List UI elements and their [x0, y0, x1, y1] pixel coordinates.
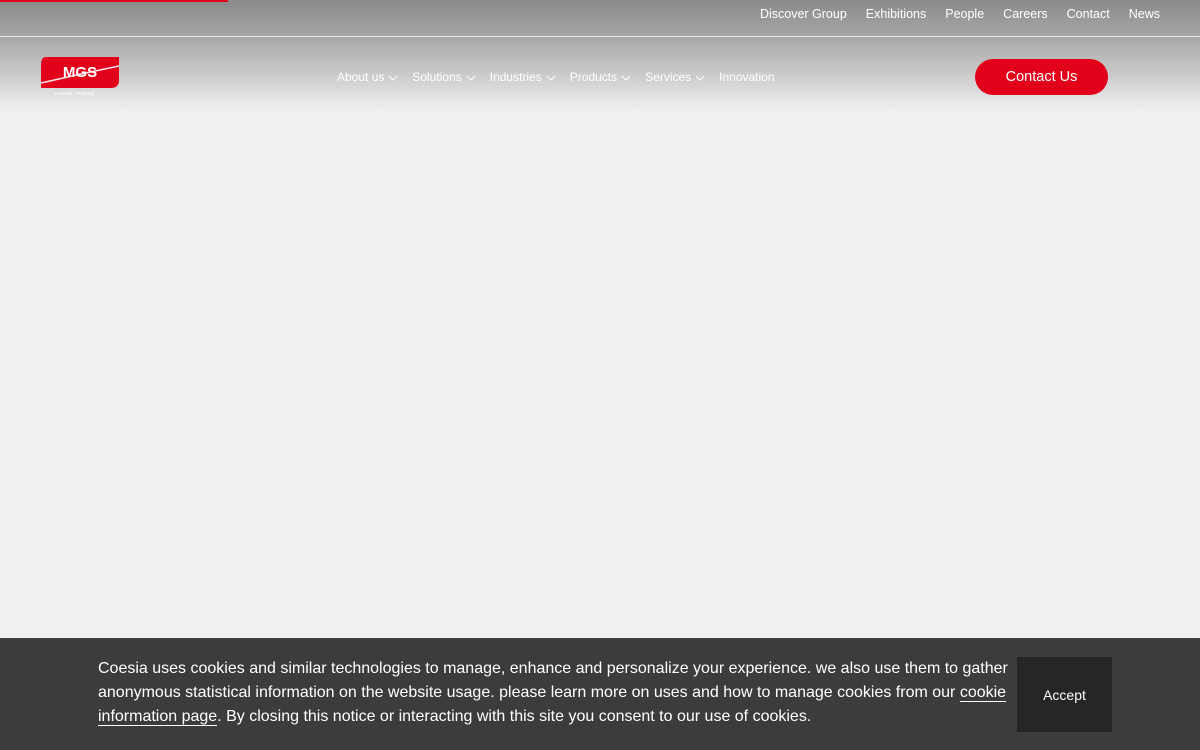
nav-item-label: Industries	[489, 70, 542, 84]
nav-item-industries[interactable]: Industries	[490, 70, 556, 84]
chevron-down-icon	[546, 75, 556, 81]
nav-item-label: Innovation	[719, 70, 775, 84]
contact-us-button[interactable]: Contact Us	[975, 59, 1108, 95]
chevron-down-icon	[621, 75, 631, 81]
top-nav-careers[interactable]: Careers	[1003, 7, 1047, 21]
cookie-text-after-link: . By closing this notice or interacting …	[217, 708, 812, 725]
chevron-down-icon	[389, 75, 398, 81]
cookie-banner: Coesia uses cookies and similar technolo…	[0, 638, 1200, 750]
mgs-logo[interactable]: MGS a coesia company	[40, 56, 120, 98]
nav-item-label: Products	[569, 70, 618, 84]
nav-item-label: Solutions	[412, 70, 462, 84]
chevron-down-icon	[695, 75, 705, 81]
top-nav-people[interactable]: People	[945, 7, 984, 21]
logo-tagline: a coesia company	[54, 91, 95, 97]
site-header: Discover Group Exhibitions People Career…	[0, 0, 1200, 110]
top-nav: Discover Group Exhibitions People Career…	[760, 0, 1160, 28]
nav-item-services[interactable]: Services	[645, 70, 705, 84]
page-progress-bar	[0, 0, 228, 2]
nav-item-solutions[interactable]: Solutions	[412, 70, 476, 84]
accept-cookies-button[interactable]: Accept	[1017, 657, 1112, 732]
cookie-text-before-link: Coesia uses cookies and similar technolo…	[98, 660, 1008, 701]
nav-item-products[interactable]: Products	[570, 70, 631, 84]
mgs-logo-mark: MGS a coesia company	[40, 57, 120, 97]
cookie-notice-text: Coesia uses cookies and similar technolo…	[98, 657, 1013, 729]
top-nav-exhibitions[interactable]: Exhibitions	[866, 7, 926, 21]
nav-item-about-us[interactable]: About us	[337, 70, 398, 84]
logo-text: MGS	[63, 64, 97, 81]
main-nav: About us Solutions Industries Products S…	[337, 66, 775, 88]
top-bar: Discover Group Exhibitions People Career…	[0, 0, 1200, 37]
nav-item-innovation[interactable]: Innovation	[719, 70, 774, 84]
chevron-down-icon	[466, 75, 476, 81]
top-nav-discover-group[interactable]: Discover Group	[760, 7, 847, 21]
nav-item-label: Services	[645, 70, 692, 84]
top-nav-contact[interactable]: Contact	[1067, 7, 1110, 21]
top-nav-news[interactable]: News	[1129, 7, 1160, 21]
nav-item-label: About us	[337, 70, 385, 84]
